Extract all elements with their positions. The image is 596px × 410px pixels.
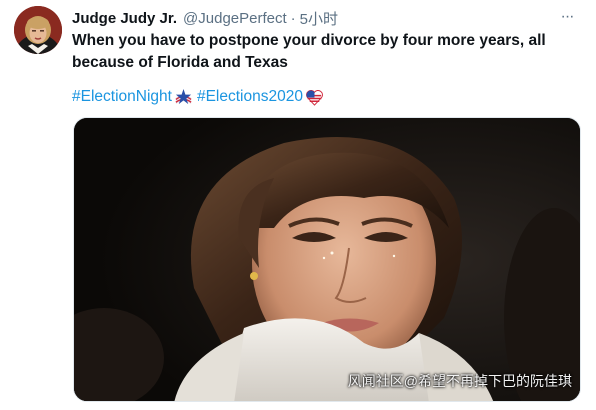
hashtag-elections-2020[interactable]: #Elections2020 xyxy=(197,87,303,107)
tweet-timestamp[interactable]: 5小时 xyxy=(300,8,338,29)
more-icon: ··· xyxy=(560,8,575,25)
tweet-header: Judge Judy Jr. @JudgePerfect · 5小时 ··· xyxy=(72,8,582,28)
photo-woman-portrait xyxy=(74,118,580,401)
more-options-button[interactable]: ··· xyxy=(554,6,580,28)
author-name[interactable]: Judge Judy Jr. xyxy=(72,10,177,27)
star-flag-emoji-icon xyxy=(175,88,192,104)
author-avatar[interactable] xyxy=(14,6,62,54)
flag-heart-emoji-icon xyxy=(306,89,323,106)
hashtag-row: #ElectionNight #Elections2020 xyxy=(72,87,328,107)
tweet-media-image[interactable]: 风闻社区@希望不再掉下巴的阮佳琪 xyxy=(73,117,581,402)
image-watermark: 风闻社区@希望不再掉下巴的阮佳琪 xyxy=(347,373,572,389)
tweet-text: When you have to postpone your divorce b… xyxy=(72,32,546,71)
avatar-image xyxy=(14,6,62,54)
hashtag-election-night[interactable]: #ElectionNight xyxy=(72,87,172,107)
separator-dot: · xyxy=(290,9,296,27)
author-handle[interactable]: @JudgePerfect xyxy=(183,10,287,27)
